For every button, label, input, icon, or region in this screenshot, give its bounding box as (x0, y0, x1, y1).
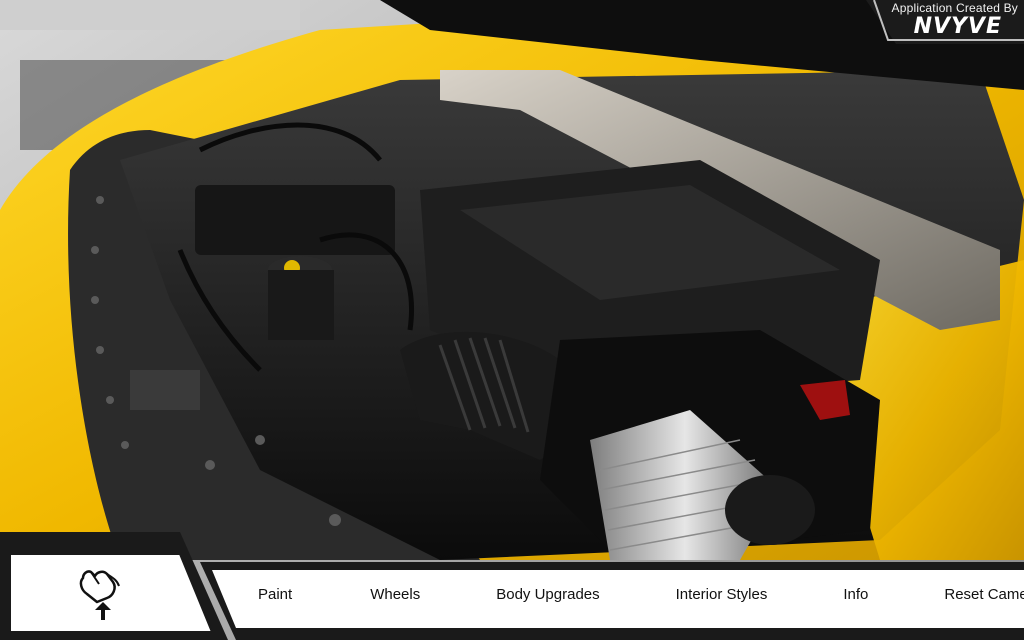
nvyve-logo: NVYVE (913, 14, 1002, 39)
nav-body-upgrades[interactable]: Body Upgrades (488, 586, 607, 603)
nav-paint[interactable]: Paint (250, 586, 300, 603)
nav-info[interactable]: Info (835, 586, 876, 603)
bottom-toolbar: Paint Wheels Body Upgrades Interior Styl… (0, 532, 1024, 640)
branding-caption: Application Created By (891, 1, 1018, 15)
hand-tap-button[interactable] (10, 556, 210, 632)
nav-reset-camera[interactable]: Reset Camera (936, 586, 1024, 603)
nav-wheels[interactable]: Wheels (362, 586, 428, 603)
nav-interior-styles[interactable]: Interior Styles (668, 586, 776, 603)
branding-badge: Application Created By NVYVE (866, 0, 1024, 44)
hand-tap-icon (79, 570, 120, 620)
main-navigation: Paint Wheels Body Upgrades Interior Styl… (230, 576, 1024, 612)
